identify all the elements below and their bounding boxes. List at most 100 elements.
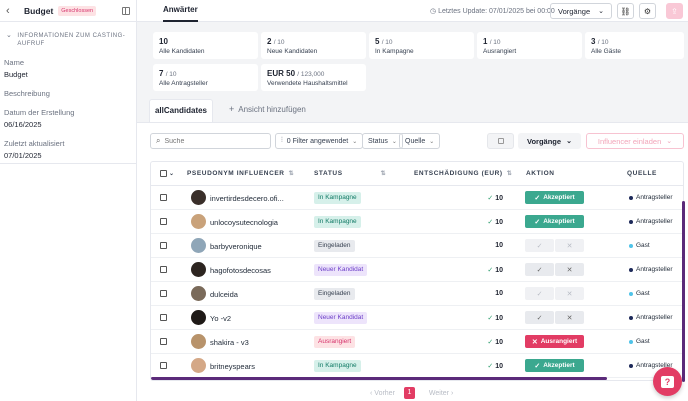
- horizontal-scrollbar[interactable]: [151, 377, 607, 380]
- compensation-cell: 10: [495, 242, 503, 249]
- chevron-down-icon: ⌄: [566, 138, 572, 145]
- reject-x-icon[interactable]: ✕: [555, 263, 584, 276]
- select-all-control[interactable]: ⌄: [160, 170, 175, 177]
- sidebar-collapse-icon[interactable]: [122, 6, 130, 15]
- row-checkbox[interactable]: [160, 242, 167, 249]
- accepted-action-button[interactable]: ✓ Akzeptiert: [525, 215, 584, 228]
- approve-check-icon[interactable]: ✓: [525, 239, 554, 252]
- next-page-button[interactable]: Weiter ›: [429, 390, 453, 397]
- chevron-down-icon: ⌄: [169, 171, 175, 177]
- approve-check-icon[interactable]: ✓: [525, 263, 554, 276]
- influencer-name[interactable]: unlocoysutecnologia: [210, 218, 278, 227]
- select-all-checkbox[interactable]: [160, 170, 167, 177]
- compensation-cell: ✓ 10: [487, 339, 503, 346]
- source-cell: Gast: [629, 242, 650, 249]
- row-checkbox[interactable]: [160, 338, 167, 345]
- search-box[interactable]: ⌕: [150, 133, 271, 149]
- vorgaenge-dropdown-button[interactable]: Vorgänge ⌄: [550, 3, 612, 19]
- link-button[interactable]: ⛓: [617, 3, 634, 19]
- layout-toggle-button[interactable]: [487, 133, 514, 149]
- stat-card-discarded[interactable]: 1 / 10 Ausrangiert: [477, 32, 582, 59]
- check-icon: ✓: [534, 218, 541, 226]
- stat-card-campaign[interactable]: 5 / 10 In Kampagne: [369, 32, 474, 59]
- approve-check-icon[interactable]: ✓: [525, 311, 554, 324]
- influencer-name[interactable]: shakira - v3: [210, 338, 249, 347]
- influencer-name[interactable]: barbyveronique: [210, 242, 262, 251]
- reject-x-icon[interactable]: ✕: [555, 239, 584, 252]
- page-number-button[interactable]: 1: [403, 387, 415, 399]
- stat-card-budget[interactable]: EUR 50 / 123,000 Verwendete Haushaltsmit…: [261, 64, 366, 91]
- view-tabs: allCandidates + Ansicht hinzufügen: [137, 96, 688, 122]
- tab-all-candidates[interactable]: allCandidates: [149, 99, 213, 122]
- avatar: [191, 358, 206, 373]
- influencer-name[interactable]: britneyspears: [210, 362, 255, 371]
- influencer-name[interactable]: dulceida: [210, 290, 238, 299]
- info-section-toggle[interactable]: ⌄ INFORMATIONEN ZUM CASTING-AUFRUF: [0, 22, 136, 48]
- share-button[interactable]: ⇪: [666, 3, 683, 19]
- table-header: ⌄ PSEUDONYM INFLUENCER ⇅ STATUS ⇅ ENTSCHÄD…: [151, 162, 683, 186]
- source-dot-icon: [629, 243, 633, 248]
- table-row[interactable]: dulceida Eingeladen 10 ✓ ✕ Gast: [151, 282, 683, 306]
- stat-card-all[interactable]: 10 Alle Kandidaten: [153, 32, 258, 59]
- info-field-created: Datum der Erstellung 06/16/2025: [0, 108, 136, 129]
- source-dot-icon: [629, 219, 633, 224]
- row-checkbox[interactable]: [160, 266, 167, 273]
- invite-influencer-button[interactable]: Influencer einladen ⌄: [586, 133, 684, 149]
- influencer-name[interactable]: hagofotosdecosas: [210, 266, 271, 275]
- check-icon: ✓: [487, 195, 494, 202]
- link-icon: ⛓: [620, 6, 631, 16]
- table-row[interactable]: invertirdesdecero.ofi... In Kampagne ✓ 10…: [151, 186, 683, 210]
- table-row[interactable]: hagofotosdecosas Neuer Kandidat ✓ 10 ✓ ✕ …: [151, 258, 683, 282]
- reject-x-icon[interactable]: ✕: [555, 287, 584, 300]
- stat-card-new[interactable]: 2 / 10 Neue Kandidaten: [261, 32, 366, 59]
- row-checkbox[interactable]: [160, 362, 167, 369]
- col-header-status[interactable]: STATUS ⇅: [314, 170, 386, 177]
- pagination: ‹ Vorher 1 Weiter ›: [370, 387, 453, 399]
- sort-icon: ⇅: [506, 171, 513, 177]
- accepted-action-button[interactable]: ✓ Akzeptiert: [525, 191, 584, 204]
- table-row[interactable]: Yo -v2 Neuer Kandidat ✓ 10 ✓ ✕ Antragstel…: [151, 306, 683, 330]
- help-chat-button[interactable]: ?: [653, 367, 682, 396]
- prev-page-button[interactable]: ‹ Vorher: [370, 390, 395, 397]
- discarded-action-button[interactable]: ✕ Ausrangiert: [525, 335, 584, 348]
- col-header-compensation[interactable]: ENTSCHÄDIGUNG (EUR) ⇅: [414, 170, 512, 177]
- bulk-actions-button[interactable]: Vorgänge ⌄: [518, 133, 581, 149]
- table-row[interactable]: barbyveronique Eingeladen 10 ✓ ✕ Gast: [151, 234, 683, 258]
- approve-check-icon[interactable]: ✓: [525, 287, 554, 300]
- avatar: [191, 190, 206, 205]
- row-checkbox[interactable]: [160, 314, 167, 321]
- vertical-scrollbar[interactable]: [682, 201, 685, 382]
- action-buttons: ✓ ✕: [525, 311, 584, 324]
- chevron-left-icon[interactable]: ‹: [6, 5, 16, 17]
- chevron-down-icon: ⌄: [598, 8, 604, 15]
- accepted-action-button[interactable]: ✓ Akzeptiert: [525, 359, 584, 372]
- table-row[interactable]: shakira - v3 Ausrangiert ✓ 10 ✕ Ausrangier…: [151, 330, 683, 354]
- sidebar: ‹ Budget Geschlossen ⌄ INFORMATIONEN ZUM…: [0, 0, 137, 401]
- status-badge: In Kampagne: [314, 360, 361, 372]
- compensation-cell: ✓ 10: [487, 267, 503, 274]
- field-label: Beschreibung: [4, 89, 50, 98]
- source-filter-dropdown[interactable]: Quelle ⌄: [399, 133, 441, 149]
- search-input[interactable]: [164, 137, 260, 145]
- table-row[interactable]: unlocoysutecnologia In Kampagne ✓ 10 ✓ Akz…: [151, 210, 683, 234]
- close-icon: ✕: [531, 338, 538, 346]
- chevron-down-icon: ⌄: [429, 138, 435, 145]
- row-checkbox[interactable]: [160, 194, 167, 201]
- table-row[interactable]: britneyspears In Kampagne ✓ 10 ✓ Akzeptier…: [151, 354, 683, 378]
- influencer-name[interactable]: invertirdesdecero.ofi...: [210, 194, 284, 203]
- add-view-button[interactable]: + Ansicht hinzufügen: [229, 104, 306, 114]
- influencer-name[interactable]: Yo -v2: [210, 314, 231, 323]
- source-cell: Gast: [629, 290, 650, 297]
- settings-button[interactable]: ⚙: [639, 3, 656, 19]
- col-header-pseudonym[interactable]: PSEUDONYM INFLUENCER ⇅: [187, 170, 294, 177]
- row-checkbox[interactable]: [160, 290, 167, 297]
- row-checkbox[interactable]: [160, 218, 167, 225]
- filter-button[interactable]: ⫶ 0 Filter angewendet ⌄: [275, 133, 364, 149]
- tab-anwaerter[interactable]: Anwärter: [163, 0, 198, 22]
- status-filter-dropdown[interactable]: Status ⌄: [362, 133, 403, 149]
- check-icon: ✓: [534, 194, 541, 202]
- stat-card-guests[interactable]: 3 / 10 Alle Gäste: [585, 32, 684, 59]
- reject-x-icon[interactable]: ✕: [555, 311, 584, 324]
- stat-card-applicants[interactable]: 7 / 10 Alle Antragsteller: [153, 64, 258, 91]
- plus-icon: +: [229, 104, 235, 114]
